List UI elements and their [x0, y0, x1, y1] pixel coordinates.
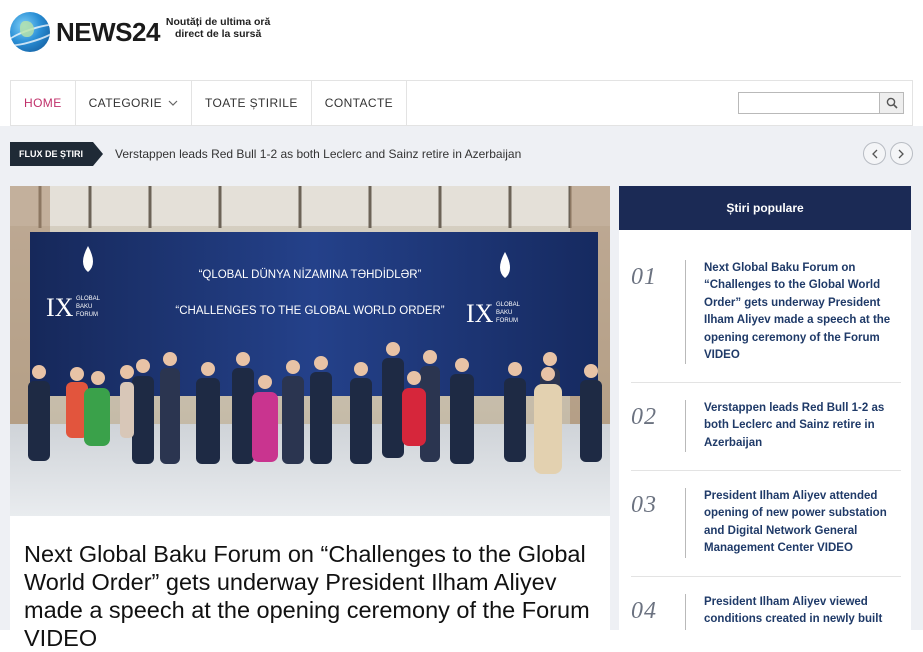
- popular-number: 04: [631, 598, 657, 624]
- divider: [631, 382, 901, 383]
- forum-name-right-2: BAKU: [496, 310, 512, 316]
- search-button[interactable]: [880, 92, 904, 114]
- chevron-right-icon: [898, 149, 904, 158]
- chevron-left-icon: [872, 149, 878, 158]
- popular-title[interactable]: President Ilham Aliyev viewed conditions…: [704, 594, 900, 629]
- popular-title[interactable]: Verstappen leads Red Bull 1-2 as both Le…: [704, 400, 900, 452]
- news-ticker: FLUX DE ȘTIRI Verstappen leads Red Bull …: [10, 141, 913, 167]
- nav-contacte[interactable]: CONTACTE: [312, 81, 408, 125]
- banner-line-2: “CHALLENGES TO THE GLOBAL WORLD ORDER”: [175, 305, 444, 317]
- popular-item[interactable]: 02 Verstappen leads Red Bull 1-2 as both…: [619, 400, 911, 454]
- featured-article: IX GLOBAL BAKU FORUM IX GLOBAL BAKU FORU…: [10, 186, 610, 651]
- search-input[interactable]: [738, 92, 880, 114]
- sidebar-title: Știri populare: [619, 186, 911, 230]
- featured-photo[interactable]: IX GLOBAL BAKU FORUM IX GLOBAL BAKU FORU…: [10, 186, 610, 516]
- search-form: [738, 92, 904, 114]
- ticker-controls: [863, 142, 913, 165]
- popular-divider-bar: [685, 594, 686, 630]
- ticker-label: FLUX DE ȘTIRI: [10, 142, 104, 166]
- popular-item[interactable]: 01 Next Global Baku Forum on “Challenges…: [619, 260, 911, 370]
- banner-line-1: “QLOBAL DÜNYA NİZAMINA TƏHDİDLƏR”: [199, 268, 422, 281]
- ticker-headline[interactable]: Verstappen leads Red Bull 1-2 as both Le…: [115, 147, 521, 161]
- forum-name-left-3: FORUM: [76, 312, 98, 318]
- forum-numeral-right: IX: [466, 299, 494, 328]
- tagline-line-2: direct de la sursă: [174, 28, 262, 40]
- popular-divider-bar: [685, 260, 686, 364]
- main-nav: HOME CATEGORIE TOATE ȘTIRILE CONTACTE: [10, 80, 913, 126]
- popular-item[interactable]: 04 President Ilham Aliyev viewed conditi…: [619, 594, 911, 630]
- featured-headline[interactable]: Next Global Baku Forum on “Challenges to…: [24, 540, 594, 652]
- forum-name-right-3: FORUM: [496, 318, 518, 324]
- chevron-down-icon: [168, 98, 178, 109]
- ticker-prev-button[interactable]: [863, 142, 886, 165]
- popular-divider-bar: [685, 400, 686, 452]
- logo-text: NEWS24: [56, 16, 160, 47]
- divider: [631, 470, 901, 471]
- search-icon: [886, 97, 898, 109]
- divider: [631, 576, 901, 577]
- nav-categorie-label: CATEGORIE: [88, 96, 162, 110]
- forum-name-left-1: GLOBAL: [76, 296, 101, 302]
- popular-sidebar: Știri populare 01 Next Global Baku Forum…: [619, 186, 911, 630]
- site-logo[interactable]: NEWS24 Noutăți de ultima oră direct de l…: [10, 10, 270, 54]
- popular-number: 03: [631, 492, 657, 518]
- forum-name-right-1: GLOBAL: [496, 302, 521, 308]
- forum-name-left-2: BAKU: [76, 304, 92, 310]
- popular-item[interactable]: 03 President Ilham Aliyev attended openi…: [619, 488, 911, 560]
- popular-title[interactable]: Next Global Baku Forum on “Challenges to…: [704, 260, 900, 364]
- popular-title[interactable]: President Ilham Aliyev attended opening …: [704, 488, 900, 558]
- nav-home[interactable]: HOME: [11, 81, 76, 125]
- globe-icon: [10, 12, 50, 52]
- nav-toate-stirile[interactable]: TOATE ȘTIRILE: [192, 81, 312, 125]
- popular-number: 01: [631, 264, 657, 290]
- site-header: NEWS24 Noutăți de ultima oră direct de l…: [0, 0, 923, 80]
- popular-number: 02: [631, 404, 657, 430]
- popular-divider-bar: [685, 488, 686, 558]
- ticker-next-button[interactable]: [890, 142, 913, 165]
- logo-tagline: Noutăți de ultima oră direct de la sursă: [166, 16, 270, 40]
- forum-numeral-left: IX: [46, 293, 74, 322]
- nav-categorie[interactable]: CATEGORIE: [76, 81, 192, 125]
- tagline-line-1: Noutăți de ultima oră: [165, 16, 271, 28]
